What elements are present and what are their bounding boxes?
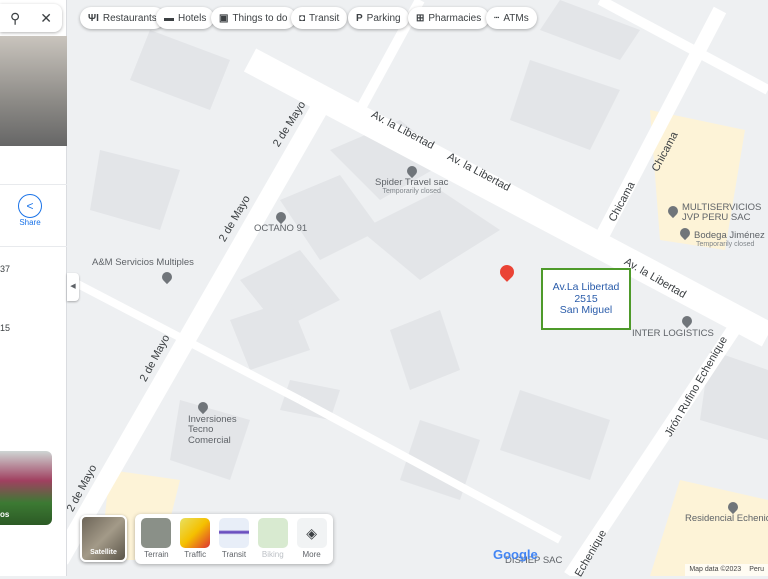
photo-thumbnail[interactable]: os	[0, 451, 52, 525]
map-footer: Map data ©2023 Peru	[685, 564, 768, 576]
pharmacy-icon: ⊞	[416, 12, 425, 24]
poi-octano-91[interactable]: OCTANO 91	[254, 209, 308, 234]
chip-label: Pharmacies	[428, 12, 482, 24]
poi-am-servicios[interactable]: A&M Servicios Multiples	[92, 257, 194, 285]
place-pin-icon	[273, 209, 288, 225]
chip-label: Transit	[309, 12, 340, 24]
chip-label: Things to do	[232, 12, 288, 24]
atm-icon: ▪▪▪	[494, 15, 500, 21]
layer-label: More	[302, 550, 321, 559]
chip-restaurants[interactable]: ΨΙ Restaurants	[80, 7, 165, 29]
address-annotation: Av.La Libertad 2515 San Miguel	[541, 268, 631, 330]
layer-terrain[interactable]: Terrain	[139, 518, 174, 560]
poi-inter-logistics[interactable]: INTER LOGISTICS	[632, 313, 714, 339]
satellite-layer-button[interactable]: Satellite	[80, 515, 127, 562]
region-label[interactable]: Peru	[749, 566, 764, 574]
poi-name: OCTANO 91	[254, 223, 308, 234]
chip-label: Restaurants	[102, 12, 157, 24]
layers-icon: ◈	[296, 518, 327, 548]
poi-residencial-echenique[interactable]: Residencial Echenique	[685, 499, 768, 524]
place-pin-icon	[677, 225, 693, 241]
poi-name: MULTISERVICIOS JVP PERU SAC	[682, 202, 762, 224]
transit-icon: ◘	[299, 12, 306, 24]
layer-label: Terrain	[144, 550, 169, 559]
poi-name: Bodega Jiménez	[694, 230, 765, 241]
chip-label: Hotels	[178, 12, 207, 24]
chip-things-to-do[interactable]: ▣ Things to do	[211, 7, 296, 29]
photo-caption: os	[0, 510, 10, 519]
share-icon: <	[18, 194, 42, 218]
place-side-panel: ⚲ ✕ < Share 37 15 os	[0, 0, 67, 576]
annotation-line: San Miguel	[559, 304, 613, 317]
chip-label: ATMs	[503, 12, 529, 24]
poi-status: Temporarily closed	[382, 188, 441, 196]
google-logo: Google	[493, 547, 538, 562]
place-pin-icon	[679, 313, 695, 329]
poi-name: Spider Travel sac	[375, 177, 449, 188]
poi-name: A&M Servicios Multiples	[92, 257, 194, 268]
search-box[interactable]: ⚲ ✕	[0, 4, 62, 32]
collapse-panel-button[interactable]: ◀	[67, 273, 79, 301]
poi-multiservicios-jvp[interactable]: MULTISERVICIOS JVP PERU SAC	[665, 202, 762, 224]
poi-status: Temporarily closed	[696, 241, 755, 249]
search-icon[interactable]: ⚲	[10, 10, 20, 27]
layer-transit[interactable]: Transit	[217, 518, 252, 560]
poi-inversiones-tecno[interactable]: Inversiones Tecno Comercial	[188, 399, 258, 446]
traffic-icon	[180, 518, 211, 548]
annotation-line: Av.La Libertad	[552, 281, 620, 293]
camera-icon: ▣	[219, 12, 229, 24]
share-button[interactable]: < Share	[18, 194, 42, 227]
place-pin-icon	[726, 499, 741, 515]
parking-icon: P	[356, 12, 363, 24]
poi-name: INTER LOGISTICS	[632, 328, 714, 339]
chip-hotels[interactable]: ▬ Hotels	[156, 7, 215, 29]
chip-pharmacies[interactable]: ⊞ Pharmacies	[408, 7, 490, 29]
map-data-attribution[interactable]: Map data ©2023	[689, 566, 741, 574]
poi-name: Inversiones Tecno Comercial	[188, 414, 237, 446]
terrain-icon	[141, 518, 172, 548]
poi-bodega-jimenez[interactable]: Bodega Jiménez Temporarily closed	[677, 225, 765, 249]
chip-parking[interactable]: P Parking	[348, 7, 409, 29]
place-pin-icon	[195, 399, 211, 415]
detail-text: 37	[0, 264, 11, 274]
layers-panel: Terrain Traffic Transit Biking ◈ More	[135, 514, 333, 564]
layer-label: Transit	[221, 550, 247, 559]
transit-layer-icon	[218, 518, 249, 548]
chip-label: Parking	[366, 12, 401, 24]
biking-icon	[257, 518, 288, 548]
detail-text: 15	[0, 323, 11, 333]
layer-label: Traffic	[184, 550, 207, 559]
poi-spider-travel[interactable]: Spider Travel sac Temporarily closed	[375, 163, 449, 196]
layer-more[interactable]: ◈ More	[294, 518, 329, 560]
satellite-label: Satellite	[90, 549, 117, 556]
hotel-icon: ▬	[164, 12, 174, 24]
place-pin-icon	[159, 270, 175, 285]
share-label: Share	[19, 218, 41, 227]
place-photo[interactable]	[0, 36, 67, 146]
layer-traffic[interactable]: Traffic	[178, 518, 213, 560]
place-pin-icon	[404, 163, 419, 179]
close-icon[interactable]: ✕	[40, 10, 52, 27]
map-canvas[interactable]	[0, 0, 768, 576]
chip-transit[interactable]: ◘ Transit	[291, 7, 348, 29]
restaurant-icon: ΨΙ	[88, 12, 99, 24]
chip-atms[interactable]: ▪▪▪ ATMs	[486, 7, 537, 29]
place-pin-icon	[665, 203, 681, 219]
layer-biking[interactable]: Biking	[255, 518, 290, 560]
poi-name: Residencial Echenique	[685, 513, 768, 524]
layer-label: Biking	[261, 550, 284, 559]
